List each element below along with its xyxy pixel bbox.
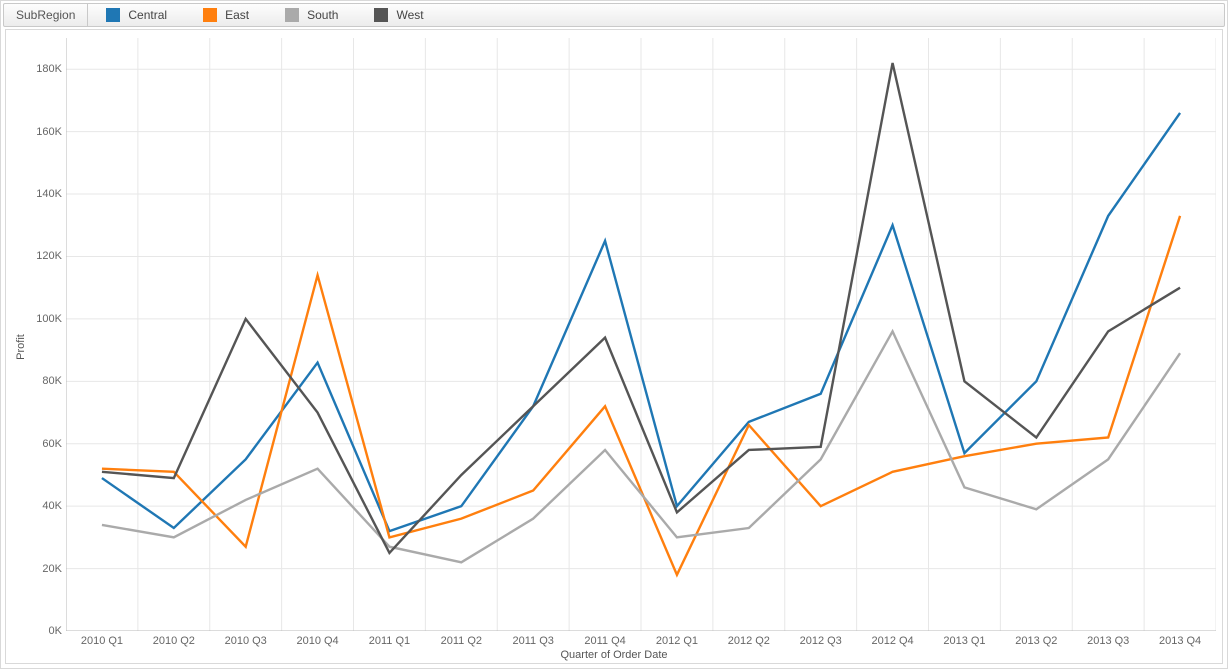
x-tick: 2012 Q2 bbox=[728, 635, 770, 647]
x-tick: 2013 Q1 bbox=[943, 635, 985, 647]
y-tick: 80K bbox=[22, 375, 62, 387]
y-tick: 120K bbox=[22, 250, 62, 262]
y-tick: 140K bbox=[22, 188, 62, 200]
x-tick: 2012 Q4 bbox=[871, 635, 913, 647]
legend-label-east: East bbox=[225, 8, 249, 22]
x-tick: 2013 Q2 bbox=[1015, 635, 1057, 647]
y-axis-label: Profit bbox=[15, 334, 27, 360]
legend-item-central[interactable]: Central bbox=[88, 4, 185, 26]
x-tick: 2012 Q3 bbox=[800, 635, 842, 647]
y-tick: 20K bbox=[22, 563, 62, 575]
x-tick: 2010 Q4 bbox=[296, 635, 338, 647]
x-tick: 2011 Q2 bbox=[441, 635, 482, 647]
x-tick: 2010 Q1 bbox=[81, 635, 123, 647]
x-tick: 2013 Q4 bbox=[1159, 635, 1201, 647]
legend-item-east[interactable]: East bbox=[185, 4, 267, 26]
y-tick: 60K bbox=[22, 438, 62, 450]
x-axis-label: Quarter of Order Date bbox=[561, 649, 668, 661]
legend-label-south: South bbox=[307, 8, 338, 22]
legend-swatch-west bbox=[374, 8, 388, 22]
legend-items: Central East South West bbox=[88, 4, 441, 26]
x-tick: 2012 Q1 bbox=[656, 635, 698, 647]
x-tick: 2011 Q3 bbox=[512, 635, 553, 647]
x-tick: 2011 Q1 bbox=[369, 635, 410, 647]
y-tick: 40K bbox=[22, 500, 62, 512]
y-tick: 180K bbox=[22, 63, 62, 75]
legend-item-south[interactable]: South bbox=[267, 4, 356, 26]
y-tick: 0K bbox=[22, 625, 62, 637]
legend-title: SubRegion bbox=[4, 4, 88, 26]
legend-swatch-south bbox=[285, 8, 299, 22]
plot-area: Profit Quarter of Order Date 0K 20K 40K 60K… bbox=[5, 29, 1223, 664]
legend-swatch-central bbox=[106, 8, 120, 22]
chart-container: SubRegion Central East South West Profit… bbox=[0, 0, 1228, 669]
legend-label-central: Central bbox=[128, 8, 167, 22]
chart-svg bbox=[66, 38, 1216, 631]
legend-bar: SubRegion Central East South West bbox=[3, 3, 1225, 27]
y-tick: 100K bbox=[22, 313, 62, 325]
legend-swatch-east bbox=[203, 8, 217, 22]
x-tick: 2010 Q2 bbox=[153, 635, 195, 647]
x-tick: 2011 Q4 bbox=[584, 635, 625, 647]
legend-label-west: West bbox=[396, 8, 423, 22]
x-tick: 2013 Q3 bbox=[1087, 635, 1129, 647]
legend-item-west[interactable]: West bbox=[356, 4, 441, 26]
y-tick: 160K bbox=[22, 126, 62, 138]
x-tick: 2010 Q3 bbox=[225, 635, 267, 647]
